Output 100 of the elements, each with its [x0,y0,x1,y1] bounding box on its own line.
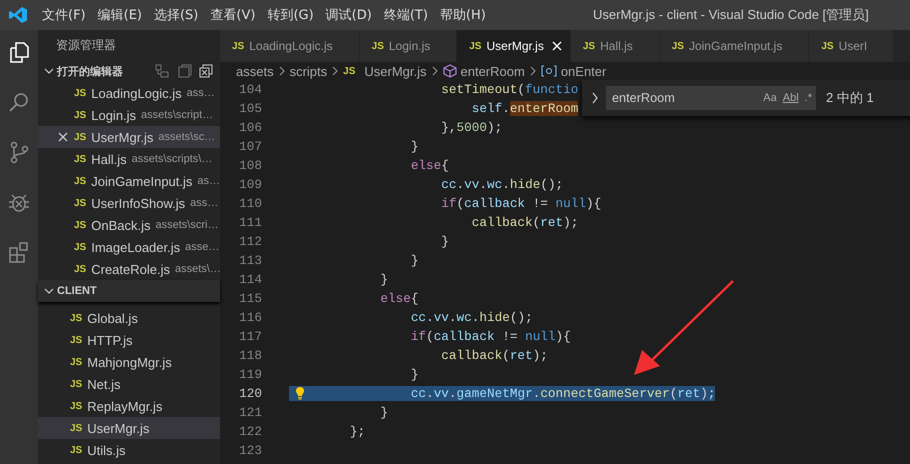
code-line: } [410,139,418,154]
file-name: UserInfoShow.js [91,196,186,210]
code-line: } [379,272,388,287]
file-name: MahjongMgr.js [87,354,172,370]
code-line: }; [348,424,366,439]
chevron-icon[interactable] [590,92,600,104]
explorer-title: 资源管理器 [55,37,117,54]
line-number: 115 [238,291,262,306]
menu-item[interactable]: 选择(S) [148,6,204,24]
open-editor-item[interactable]: JS ImageLoader.js asse… [38,236,220,258]
code-line: setTimeout(functio [440,82,578,97]
editor-tab[interactable]: JS UserI [809,30,894,62]
editor-tab[interactable]: JS Hall.js [570,30,660,62]
file-path: ass… [186,87,215,99]
open-editor-item[interactable]: JS LoadingLogic.js ass… [38,82,220,104]
line-number: 117 [238,329,262,344]
code-line: } [379,405,388,420]
open-editor-item[interactable]: JS UserMgr.js assets\sc… [38,126,220,148]
line-number: 105 [238,101,262,116]
whole-word-toggle[interactable]: Abl [782,92,799,104]
variable-icon [540,65,557,77]
code-line: else{ [379,291,418,306]
file-name: Utils.js [87,442,126,458]
line-number: 109 [238,177,262,192]
chevron-icon [430,66,438,76]
file-item[interactable]: JS HTTP.js [38,329,220,351]
open-editor-item[interactable]: JS OnBack.js assets\scri… [38,214,220,236]
chevron-icon[interactable] [44,66,54,76]
js-file-icon: JS [70,400,82,412]
close-all-icon[interactable] [198,64,214,78]
close-icon[interactable] [58,132,68,142]
editor-tab[interactable]: JS UserMgr.js [457,30,571,62]
line-number: 120 [238,386,262,401]
section-header[interactable]: 打开的编辑器 [38,60,220,82]
lightbulb-icon[interactable] [295,386,305,400]
code-line: else{ [410,158,449,173]
file-item[interactable]: JS MahjongMgr.js [38,351,220,373]
breadcrumb-item[interactable]: UserMgr.js [364,64,426,78]
file-path: assets\sc… [158,131,216,143]
file-path: as… [197,175,220,187]
js-file-icon: JS [372,40,384,52]
section-label: CLIENT [57,285,97,297]
file-item[interactable]: JS Net.js [38,373,220,395]
file-item[interactable]: JS Utils.js [38,439,220,461]
js-file-icon: JS [232,40,244,52]
menu-item[interactable]: 文件(F) [36,6,92,24]
open-editor-item[interactable]: JS Login.js assets\script… [38,104,220,126]
file-name: OnBack.js [91,218,150,232]
search-field[interactable]: enterRoom Aa Abl .* [606,86,816,110]
menu-item[interactable]: 编辑(E) [92,6,148,24]
code-line: } [410,367,418,382]
js-file-icon: JS [74,242,86,252]
line-number: 119 [238,367,262,382]
chevron-icon[interactable] [44,286,54,296]
file-path: assets\script… [141,109,214,121]
file-name: ReplayMgr.js [87,398,162,414]
regex-toggle[interactable]: .* [804,92,812,104]
breadcrumb-item[interactable]: enterRoom [460,64,525,78]
menu-item[interactable]: 转到(G) [261,6,320,24]
window-title: UserMgr.js - client - Visual Studio Code [管理员] [592,6,870,24]
save-all-icon[interactable] [176,64,192,78]
file-path: assets\… [175,263,220,275]
file-path: assets\scri… [155,219,218,231]
editor-tab[interactable]: JS Login.js [360,30,458,62]
new-file-icon[interactable] [154,64,170,78]
breadcrumb-item[interactable]: scripts [290,64,328,78]
code-line: },5000); [440,120,502,135]
file-item[interactable]: JS Global.js [38,307,220,329]
open-editor-item[interactable]: JS Hall.js assets\scripts\… [38,148,220,170]
file-name: LoadingLogic.js [91,86,182,100]
file-item[interactable]: JS UserMgr.js [38,417,220,439]
breadcrumb-item[interactable]: assets [236,64,274,78]
cube-icon [442,64,456,78]
search-icon[interactable] [7,90,31,114]
chevron-icon [528,66,537,76]
blocks-icon[interactable] [7,240,31,264]
file-name: Login.js [91,108,136,122]
js-file-icon: JS [74,154,86,164]
files-icon[interactable] [7,40,31,64]
code-line: self.enterRoom [470,101,578,116]
line-number: 107 [238,139,262,154]
menu-item[interactable]: 调试(D) [320,6,378,24]
menu-item[interactable]: 帮助(H) [434,6,492,24]
open-editor-item[interactable]: JS JoinGameInput.js as… [38,170,220,192]
file-item[interactable]: JS ReplayMgr.js [38,395,220,417]
open-editor-item[interactable]: JS UserInfoShow.js ass… [38,192,220,214]
open-editor-item[interactable]: JS CreateRole.js assets\… [38,258,220,280]
breadcrumb-item[interactable]: onEnter [560,64,606,78]
match-case-toggle[interactable]: Aa [763,92,777,104]
file-path: ass… [190,197,218,209]
js-file-icon: JS [70,378,82,390]
editor-tab[interactable]: JS LoadingLogic.js [220,30,360,62]
editor-tab[interactable]: JS JoinGameInput.js [660,30,810,62]
menu-item[interactable]: 终端(T) [378,6,434,24]
code-line: cc.vv.wc.hide(); [440,177,564,192]
line-number: 106 [238,120,262,135]
menu-item[interactable]: 查看(V) [204,6,262,24]
line-number: 110 [238,196,262,211]
section-header[interactable]: CLIENT [38,280,220,302]
chevron-icon [331,66,340,76]
